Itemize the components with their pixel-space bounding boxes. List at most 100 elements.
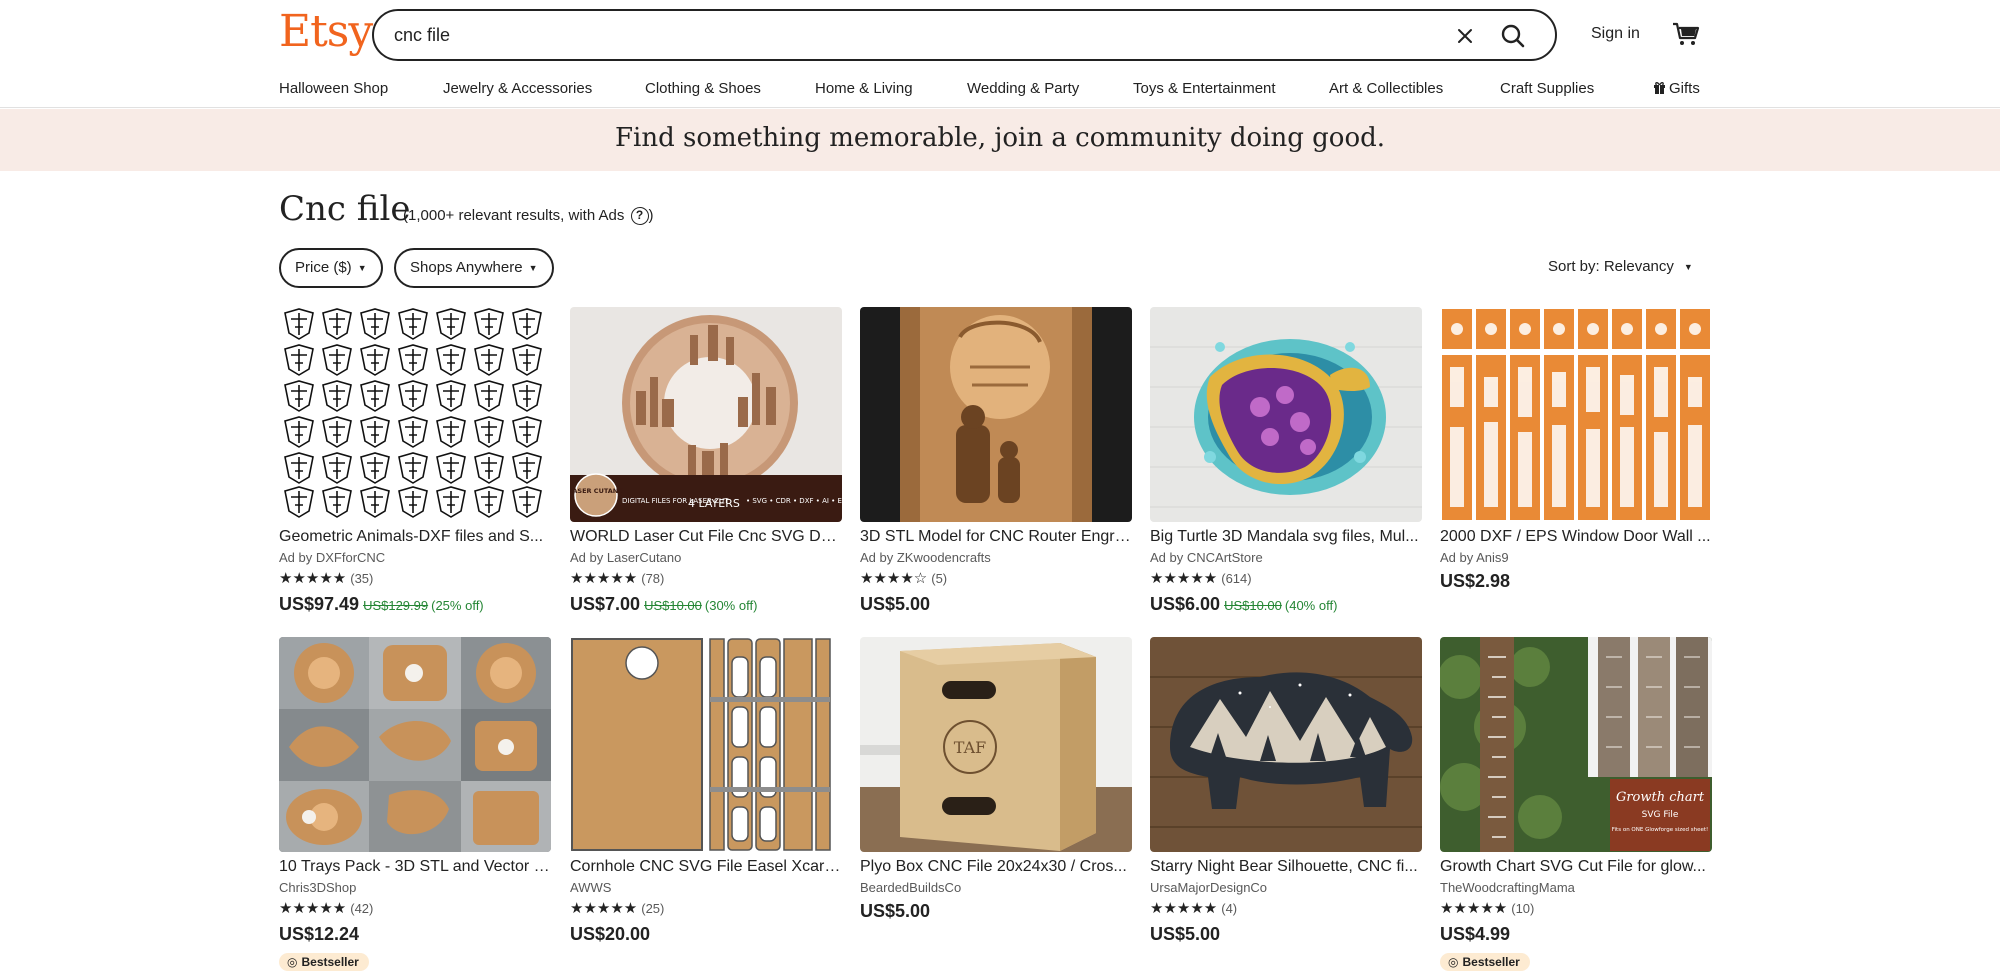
- listing-image[interactable]: [279, 307, 551, 522]
- listing-shop: AWWS: [570, 880, 612, 895]
- listing-price: US$4.99: [1440, 924, 1511, 944]
- badge-label: Bestseller: [301, 955, 359, 969]
- review-count: (78): [641, 571, 665, 586]
- nav-jewelry-accessories[interactable]: Jewelry & Accessories: [443, 80, 592, 97]
- listing-title[interactable]: 2000 DXF / EPS Window Door Wall ...: [1440, 527, 1712, 547]
- listing-image[interactable]: [860, 307, 1132, 522]
- rating-stars: ★★★★☆: [860, 570, 928, 587]
- listing-title[interactable]: 10 Trays Pack - 3D STL and Vector Fi...: [279, 857, 551, 877]
- listing-image[interactable]: LASER CUTANO DIGITAL FILES FOR LASER CUT…: [570, 307, 842, 522]
- close-icon[interactable]: [1452, 23, 1478, 49]
- nav-wedding-party[interactable]: Wedding & Party: [967, 80, 1079, 97]
- listing-title[interactable]: Starry Night Bear Silhouette, CNC fi...: [1150, 857, 1422, 877]
- listing-price-row: US$6.00 US$10.00 (40% off): [1150, 593, 1422, 617]
- nav-craft-supplies[interactable]: Craft Supplies: [1500, 80, 1594, 97]
- shops-filter-button[interactable]: Shops Anywhere ▼: [394, 248, 554, 288]
- growth-title-text: Growth chart: [1616, 790, 1705, 805]
- results-count: (1,000+ relevant results, with Ads ?): [403, 207, 654, 226]
- listing-rating: ★★★★★ (10): [1440, 900, 1712, 918]
- nav-gifts[interactable]: Gifts: [1653, 80, 1700, 97]
- caret-down-icon: ▼: [357, 263, 367, 274]
- gift-icon: [1654, 82, 1665, 94]
- caret-down-icon: ▼: [1683, 262, 1693, 273]
- listing-card[interactable]: Growth chart SVG File Fits on ONE Glowfo…: [1440, 637, 1712, 971]
- review-count: (10): [1511, 901, 1535, 916]
- listing-title[interactable]: Growth Chart SVG Cut File for glow...: [1440, 857, 1712, 877]
- listing-image[interactable]: [279, 637, 551, 852]
- listing-card[interactable]: LASER CUTANO DIGITAL FILES FOR LASER CUT…: [570, 307, 842, 617]
- listing-image[interactable]: Growth chart SVG File Fits on ONE Glowfo…: [1440, 637, 1712, 852]
- listing-card[interactable]: Big Turtle 3D Mandala svg files, Mul... …: [1150, 307, 1422, 617]
- layers-text: 4 LAYERS: [688, 497, 740, 510]
- listing-image[interactable]: TAF: [860, 637, 1132, 852]
- listing-price-row: US$5.00: [860, 900, 1132, 924]
- review-count: (35): [350, 571, 374, 586]
- banner-text: Find something memorable, join a communi…: [614, 123, 1386, 153]
- review-count: (42): [350, 901, 374, 916]
- sort-dropdown[interactable]: Sort by: Relevancy ▼: [1548, 258, 1693, 275]
- listing-image[interactable]: [1150, 637, 1422, 852]
- results-close: ): [648, 207, 654, 224]
- bestseller-badge: ◎ Bestseller: [1440, 953, 1530, 971]
- nav-gifts-label: Gifts: [1669, 80, 1700, 97]
- original-price: US$10.00: [644, 598, 702, 613]
- nav-clothing-shoes[interactable]: Clothing & Shoes: [645, 80, 761, 97]
- listing-card[interactable]: TAF Plyo Box CNC File 20x24x30 / Cros...…: [860, 637, 1132, 924]
- listing-price-row: US$5.00: [1150, 923, 1422, 947]
- listing-image[interactable]: [1440, 307, 1712, 522]
- listing-shop: Ad by ZKwoodencrafts: [860, 550, 991, 565]
- review-count: (4): [1221, 901, 1238, 916]
- site-header: Etsy Sign in: [0, 0, 2000, 70]
- price-filter-button[interactable]: Price ($) ▼: [279, 248, 383, 288]
- listing-image[interactable]: [1150, 307, 1422, 522]
- listing-rating: ★★★★★ (4): [1150, 900, 1422, 918]
- listing-title[interactable]: Plyo Box CNC File 20x24x30 / Cros...: [860, 857, 1132, 877]
- discount-label: (40% off): [1284, 598, 1338, 613]
- listing-image[interactable]: [570, 637, 842, 852]
- search-icon[interactable]: [1498, 21, 1528, 51]
- sign-in-link[interactable]: Sign in: [1591, 25, 1640, 43]
- listing-price: US$5.00: [1150, 924, 1221, 944]
- listing-price-row: US$12.24: [279, 923, 551, 947]
- medal-icon: ◎: [1448, 955, 1459, 969]
- review-count: (5): [931, 571, 948, 586]
- listing-price-row: US$2.98: [1440, 570, 1712, 594]
- listing-title[interactable]: Geometric Animals-DXF files and S...: [279, 527, 551, 547]
- listing-shop: Ad by LaserCutano: [570, 550, 682, 565]
- listing-price-row: US$97.49 US$129.99 (25% off): [279, 593, 551, 617]
- listing-card[interactable]: Cornhole CNC SVG File Easel Xcarv... AWW…: [570, 637, 842, 947]
- rating-stars: ★★★★★: [570, 900, 638, 917]
- listing-card[interactable]: Geometric Animals-DXF files and S... Ad …: [279, 307, 551, 617]
- growth-sub-text: SVG File: [1642, 810, 1679, 820]
- cart-icon[interactable]: [1670, 18, 1702, 50]
- results-text: (1,000+ relevant results, with Ads: [403, 207, 625, 224]
- listing-title[interactable]: 3D STL Model for CNC Router Engra...: [860, 527, 1132, 547]
- etsy-logo[interactable]: Etsy: [279, 6, 373, 57]
- listing-title[interactable]: Cornhole CNC SVG File Easel Xcarv...: [570, 857, 842, 877]
- shops-filter-label: Shops Anywhere: [410, 259, 523, 276]
- listing-card[interactable]: 2000 DXF / EPS Window Door Wall ... Ad b…: [1440, 307, 1712, 594]
- listing-card[interactable]: 10 Trays Pack - 3D STL and Vector Fi... …: [279, 637, 551, 971]
- page-title: Cnc file: [279, 189, 411, 229]
- listing-shop: Ad by DXFforCNC: [279, 550, 386, 565]
- price-filter-label: Price ($): [295, 259, 352, 276]
- discount-label: (25% off): [431, 598, 484, 613]
- nav-halloween-shop[interactable]: Halloween Shop: [279, 80, 388, 97]
- original-price: US$129.99: [363, 598, 429, 613]
- nav-art-collectibles[interactable]: Art & Collectibles: [1329, 80, 1443, 97]
- caret-down-icon: ▼: [528, 263, 538, 274]
- medal-icon: ◎: [287, 955, 298, 969]
- listing-shop: UrsaMajorDesignCo: [1150, 880, 1268, 895]
- nav-toys-entertainment[interactable]: Toys & Entertainment: [1133, 80, 1276, 97]
- search-input[interactable]: [394, 23, 1374, 47]
- growth-note-text: Fits on ONE Glowforge sized sheet!: [1612, 827, 1708, 833]
- nav-home-living[interactable]: Home & Living: [815, 80, 913, 97]
- listing-title[interactable]: Big Turtle 3D Mandala svg files, Mul...: [1150, 527, 1422, 547]
- listing-shop: Ad by CNCArtStore: [1150, 550, 1263, 565]
- listing-card[interactable]: Starry Night Bear Silhouette, CNC fi... …: [1150, 637, 1422, 947]
- listing-card[interactable]: 3D STL Model for CNC Router Engra... Ad …: [860, 307, 1132, 617]
- listing-price: US$12.24: [279, 924, 360, 944]
- help-icon[interactable]: ?: [630, 207, 649, 226]
- original-price: US$10.00: [1224, 598, 1282, 613]
- listing-title[interactable]: WORLD Laser Cut File Cnc SVG Dxf ...: [570, 527, 842, 547]
